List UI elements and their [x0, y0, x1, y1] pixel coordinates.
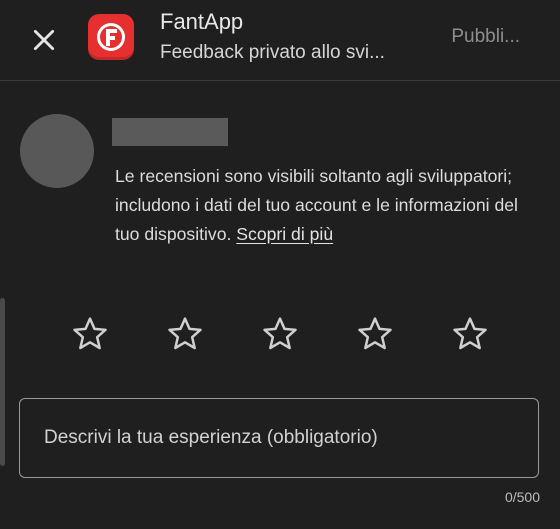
character-counter: 0/500: [504, 489, 540, 505]
star-outline-icon: [263, 317, 297, 350]
header-divider: [0, 80, 560, 81]
star-1-button[interactable]: [66, 310, 114, 358]
star-3-button[interactable]: [256, 310, 304, 358]
close-icon: [33, 29, 55, 51]
header-subtitle: Feedback privato allo svi...: [160, 42, 385, 63]
star-5-button[interactable]: [446, 310, 494, 358]
star-outline-icon: [358, 317, 392, 350]
publish-button[interactable]: Pubbli...: [451, 26, 520, 48]
star-2-button[interactable]: [161, 310, 209, 358]
star-4-button[interactable]: [351, 310, 399, 358]
football-logo-icon: [97, 23, 125, 51]
app-name: FantApp: [160, 9, 244, 34]
review-placeholder: Descrivi la tua esperienza (obbligatorio…: [44, 427, 378, 448]
privacy-notice: Le recensioni sono visibili soltanto agl…: [115, 162, 520, 249]
review-input[interactable]: Descrivi la tua esperienza (obbligatorio…: [19, 398, 539, 478]
avatar: [20, 114, 94, 188]
close-button[interactable]: [24, 20, 64, 60]
star-outline-icon: [168, 317, 202, 350]
app-icon: [88, 14, 134, 60]
star-outline-icon: [453, 317, 487, 350]
user-name-placeholder: [112, 118, 228, 146]
star-rating: [60, 310, 524, 358]
scrollbar[interactable]: [0, 298, 5, 466]
learn-more-link[interactable]: Scopri di più: [236, 224, 333, 244]
header: FantApp Feedback privato allo svi... Pub…: [0, 0, 560, 80]
star-outline-icon: [73, 317, 107, 350]
